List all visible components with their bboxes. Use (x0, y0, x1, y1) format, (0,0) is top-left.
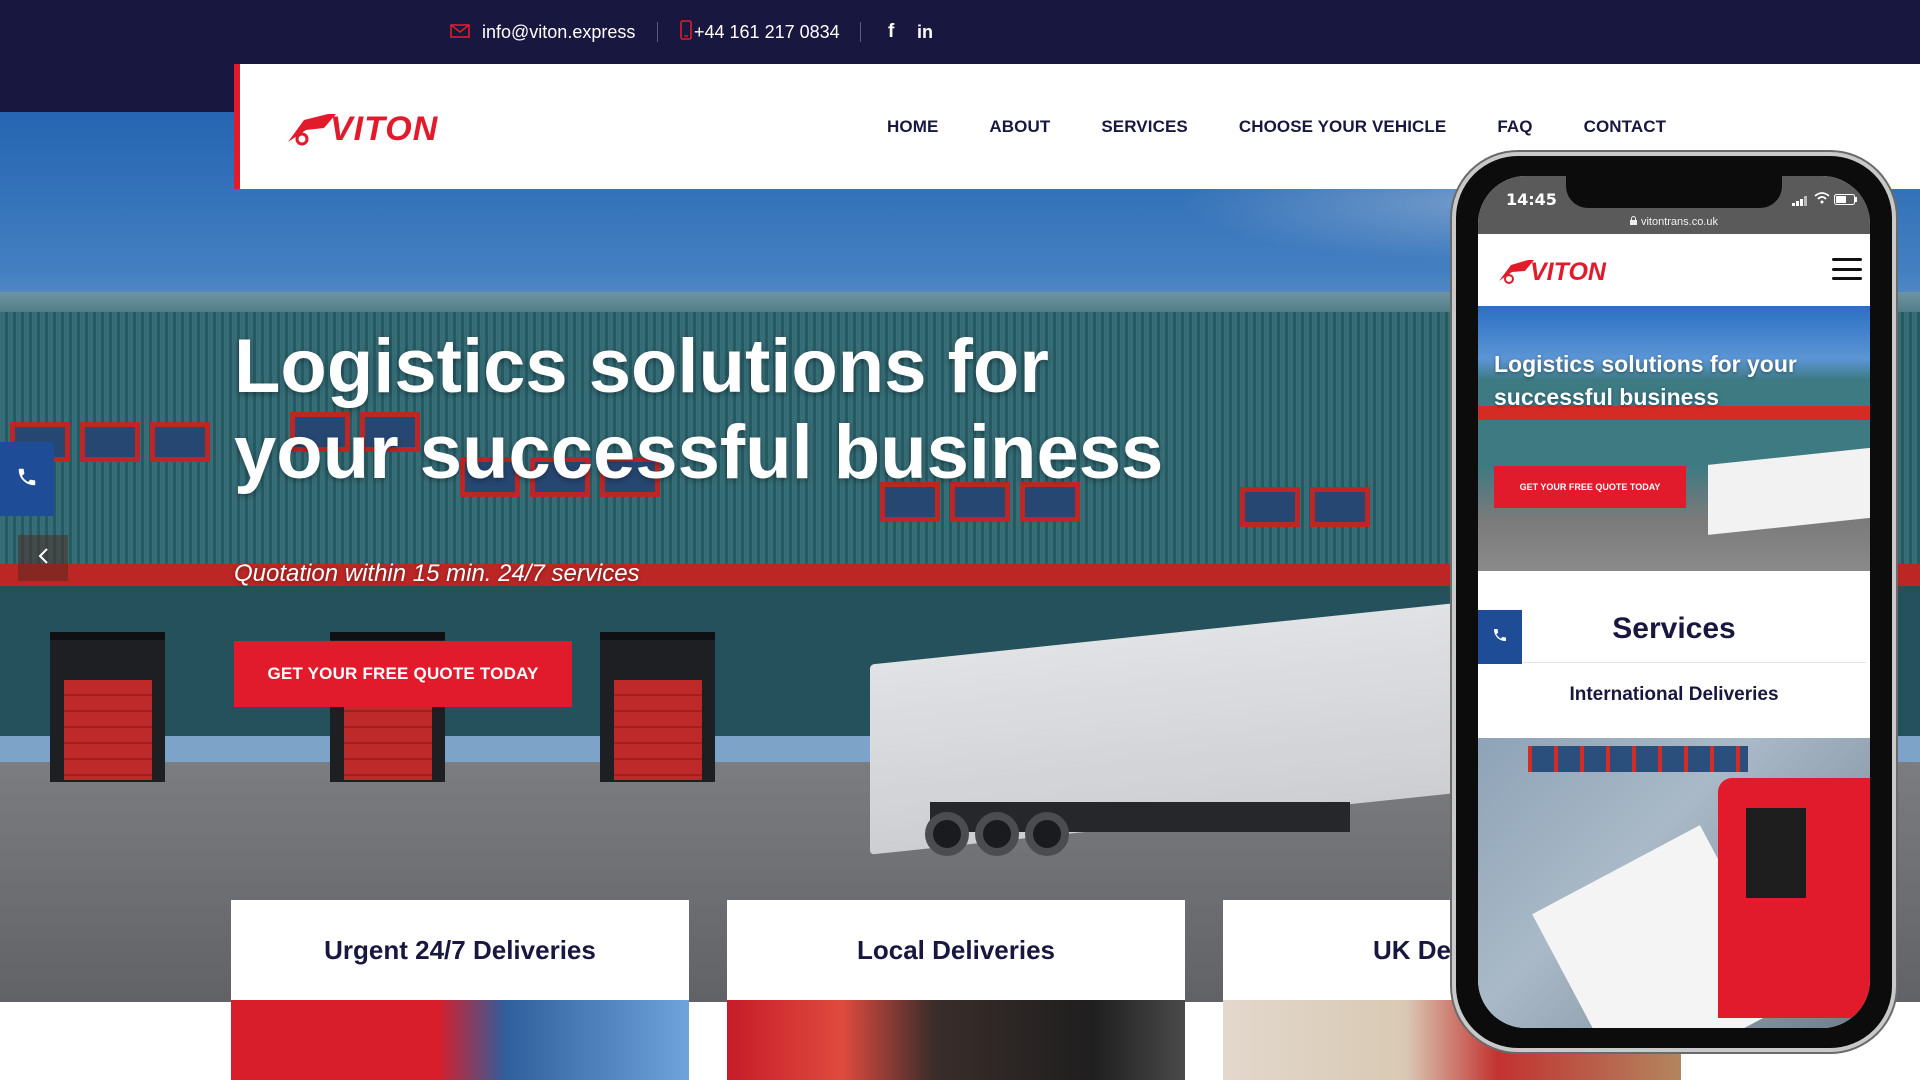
phone-screen: 14:45 vitontrans.co.uk VITON Logistics s… (1478, 176, 1870, 1028)
topbar-separator (657, 22, 658, 42)
mobile-hero: Logistics solutions for your successful … (1478, 306, 1870, 571)
nav-home[interactable]: HOME (887, 117, 938, 137)
nav-services[interactable]: SERVICES (1101, 117, 1187, 137)
service-card-image (231, 1000, 689, 1080)
service-card-title: Urgent 24/7 Deliveries (324, 934, 596, 965)
call-button[interactable] (0, 442, 54, 516)
phone-text: +44 161 217 0834 (694, 21, 840, 42)
linkedin-icon[interactable]: in (917, 0, 933, 64)
url-text: vitontrans.co.uk (1640, 216, 1719, 228)
status-time: 14:45 (1506, 190, 1557, 209)
free-quote-button[interactable]: GET YOUR FREE QUOTE TODAY (234, 641, 572, 707)
topbar-separator (860, 22, 861, 42)
mobile-service-image (1478, 738, 1870, 1028)
top-bar-extension (0, 64, 234, 112)
service-card-title: Local Deliveries (857, 934, 1055, 965)
nav-choose-vehicle[interactable]: CHOOSE YOUR VEHICLE (1239, 117, 1447, 137)
hero-subtitle: Quotation within 15 min. 24/7 services (234, 560, 640, 587)
wifi-icon (1814, 191, 1830, 209)
service-card-local[interactable]: Local Deliveries (727, 900, 1185, 1000)
mobile-hero-title: Logistics solutions for your successful … (1494, 351, 1797, 410)
mobile-services-heading: Services (1612, 612, 1736, 645)
phone-link[interactable]: +44 161 217 0834 (680, 0, 840, 64)
envelope-icon (450, 22, 470, 43)
hamburger-menu-icon[interactable] (1832, 258, 1862, 280)
service-card-image (727, 1000, 1185, 1080)
mobile-viton-logo[interactable]: VITON (1496, 256, 1628, 286)
mobile-free-quote-button[interactable]: GET YOUR FREE QUOTE TODAY (1494, 466, 1686, 508)
address-bar[interactable]: vitontrans.co.uk (1478, 210, 1870, 234)
mobile-phone-icon (680, 19, 692, 45)
viton-logo[interactable]: VITON (284, 108, 462, 148)
top-bar (0, 0, 1920, 64)
phone-status-bar: 14:45 vitontrans.co.uk (1478, 176, 1870, 234)
mobile-divider (1522, 662, 1866, 663)
nav-faq[interactable]: FAQ (1497, 117, 1532, 137)
hero-title: Logistics solutions for your successful … (234, 324, 1164, 495)
email-text: info@viton.express (482, 21, 636, 42)
nav-contact[interactable]: CONTACT (1584, 117, 1667, 137)
service-card-title: UK Del (1373, 934, 1459, 965)
mobile-service-title[interactable]: International Deliveries (1478, 684, 1870, 706)
chevron-left-icon (37, 547, 49, 570)
signal-icon (1792, 193, 1808, 211)
svg-text:VITON: VITON (1530, 258, 1607, 284)
slider-prev-button[interactable] (18, 535, 68, 581)
battery-icon (1834, 192, 1858, 210)
lock-icon (1629, 216, 1637, 228)
phone-icon (16, 466, 38, 493)
service-card-urgent[interactable]: Urgent 24/7 Deliveries (231, 900, 689, 1000)
email-link[interactable]: info@viton.express (450, 0, 635, 64)
svg-text:VITON: VITON (330, 110, 439, 146)
nav-about[interactable]: ABOUT (989, 117, 1050, 137)
phone-notch (1566, 176, 1782, 208)
facebook-icon[interactable]: f (888, 0, 894, 64)
